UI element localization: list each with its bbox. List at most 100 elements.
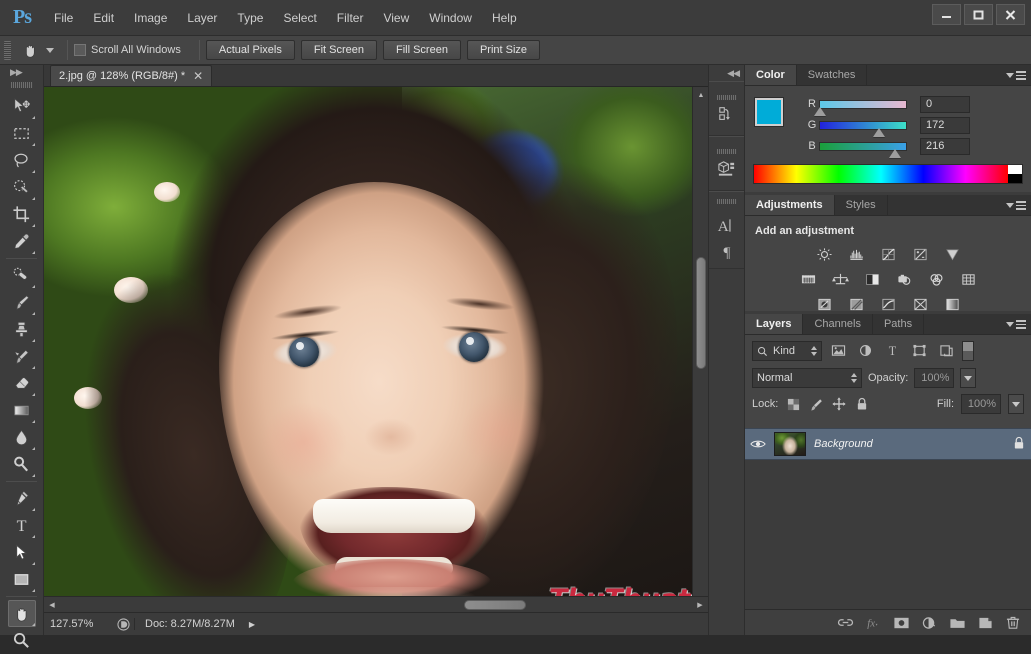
color-balance-icon[interactable]: [829, 269, 851, 289]
adjustments-panel-menu-button[interactable]: [1006, 195, 1026, 216]
lock-all-icon[interactable]: [854, 396, 870, 412]
menu-type[interactable]: Type: [227, 7, 273, 29]
maximize-button[interactable]: [964, 4, 993, 25]
fill-screen-button[interactable]: Fill Screen: [382, 40, 461, 60]
move-tool[interactable]: [8, 93, 36, 120]
hue-saturation-icon[interactable]: [797, 269, 819, 289]
horizontal-scroll-thumb[interactable]: [464, 600, 526, 610]
menu-help[interactable]: Help: [482, 7, 527, 29]
new-layer-button[interactable]: [975, 613, 995, 633]
selective-color-icon[interactable]: [941, 294, 963, 314]
scroll-all-windows-checkbox[interactable]: [74, 44, 86, 56]
canvas[interactable]: ThuThuatPhanMem.vn: [44, 87, 708, 612]
layer-visibility-toggle[interactable]: [745, 438, 771, 450]
eraser-tool[interactable]: [8, 370, 36, 397]
fill-value-field[interactable]: 100%: [961, 394, 1001, 414]
menu-layer[interactable]: Layer: [177, 7, 227, 29]
adjustment-layer-filter-icon[interactable]: [854, 341, 876, 361]
red-slider-track[interactable]: [814, 99, 907, 116]
menu-select[interactable]: Select: [273, 7, 326, 29]
pen-tool[interactable]: [8, 485, 36, 512]
tab-channels[interactable]: Channels: [803, 314, 873, 334]
rectangular-marquee-tool[interactable]: [8, 120, 36, 147]
fill-dropdown-button[interactable]: [1008, 394, 1024, 414]
menu-window[interactable]: Window: [419, 7, 482, 29]
zoom-tool[interactable]: [8, 627, 36, 654]
scroll-all-windows-option[interactable]: Scroll All Windows: [74, 44, 181, 56]
status-expand-arrow-icon[interactable]: ▶: [249, 620, 255, 629]
kind-stepper-icon[interactable]: [811, 346, 817, 356]
tab-paths[interactable]: Paths: [872, 314, 925, 334]
tab-layers[interactable]: Layers: [745, 314, 804, 334]
posterize-icon[interactable]: [845, 294, 867, 314]
crop-tool[interactable]: [8, 201, 36, 228]
foreground-color-swatch[interactable]: [754, 97, 784, 127]
lock-position-icon[interactable]: [831, 396, 847, 412]
black-white-icon[interactable]: [861, 269, 883, 289]
layers-panel-menu-button[interactable]: [1006, 314, 1026, 335]
document-tab[interactable]: 2.jpg @ 128% (RGB/8#) * ✕: [50, 65, 213, 86]
lock-transparent-pixels-icon[interactable]: [785, 396, 801, 412]
character-paragraph-panel-button[interactable]: A ¶: [709, 191, 744, 269]
tab-swatches[interactable]: Swatches: [796, 65, 868, 85]
path-selection-tool[interactable]: [8, 539, 36, 566]
toolbar-collapse-button[interactable]: ▶▶: [0, 65, 43, 79]
delete-layer-button[interactable]: [1003, 613, 1023, 633]
mini-bridge-panel-button[interactable]: [709, 136, 744, 191]
layer-style-button[interactable]: fx: [863, 613, 883, 633]
spectrum-black-white[interactable]: [1008, 165, 1022, 183]
levels-icon[interactable]: [845, 244, 867, 264]
toolbar-grip[interactable]: [10, 82, 33, 88]
type-layer-filter-icon[interactable]: T: [881, 341, 903, 361]
shape-layer-filter-icon[interactable]: [908, 341, 930, 361]
blur-tool[interactable]: [8, 424, 36, 451]
layer-kind-filter[interactable]: Kind: [752, 341, 822, 361]
menu-edit[interactable]: Edit: [83, 7, 124, 29]
new-adjustment-layer-button[interactable]: [919, 613, 939, 633]
vibrance-icon[interactable]: [941, 244, 963, 264]
menu-view[interactable]: View: [373, 7, 419, 29]
menu-file[interactable]: File: [44, 7, 83, 29]
tab-adjustments[interactable]: Adjustments: [745, 195, 835, 215]
smart-object-filter-icon[interactable]: [935, 341, 957, 361]
history-brush-tool[interactable]: [8, 343, 36, 370]
hand-tool[interactable]: [7, 600, 36, 627]
green-slider-track[interactable]: [819, 120, 907, 137]
blue-slider-track[interactable]: [819, 141, 907, 158]
color-spectrum-ramp[interactable]: [753, 164, 1023, 184]
threshold-icon[interactable]: [877, 294, 899, 314]
layer-thumbnail[interactable]: [774, 432, 806, 456]
print-size-button[interactable]: Print Size: [466, 40, 541, 60]
photo-filter-icon[interactable]: [893, 269, 915, 289]
clone-stamp-tool[interactable]: [8, 316, 36, 343]
green-slider-thumb[interactable]: [873, 127, 885, 137]
brightness-contrast-icon[interactable]: [813, 244, 835, 264]
tab-color[interactable]: Color: [745, 65, 797, 85]
color-lookup-icon[interactable]: [957, 269, 979, 289]
opacity-value-field[interactable]: 100%: [914, 368, 955, 388]
curves-icon[interactable]: [877, 244, 899, 264]
filter-toggle-switch[interactable]: [962, 341, 974, 361]
tool-preset-caret[interactable]: [46, 47, 54, 53]
zoom-level[interactable]: 127.57%: [44, 618, 112, 630]
add-layer-mask-button[interactable]: [891, 613, 911, 633]
horizontal-scrollbar[interactable]: ◀ ▶: [44, 596, 708, 612]
horizontal-type-tool[interactable]: T: [8, 512, 36, 539]
lock-image-pixels-icon[interactable]: [808, 396, 824, 412]
spectrum-gradient[interactable]: [754, 165, 1008, 183]
history-panel-button[interactable]: [709, 81, 744, 136]
red-slider-thumb[interactable]: [814, 106, 826, 116]
blend-mode-select[interactable]: Normal: [752, 368, 862, 388]
menu-image[interactable]: Image: [124, 7, 177, 29]
scroll-left-arrow-icon[interactable]: ◀: [44, 597, 60, 613]
gradient-map-icon[interactable]: [909, 294, 931, 314]
dock-collapse-button[interactable]: ◀◀: [709, 65, 744, 81]
layer-row-background[interactable]: Background: [745, 428, 1031, 460]
blue-value-field[interactable]: 216: [920, 137, 970, 155]
link-layers-button[interactable]: [835, 613, 855, 633]
quick-selection-tool[interactable]: [8, 174, 36, 201]
options-bar-grip[interactable]: [4, 40, 11, 60]
gradient-tool[interactable]: [8, 397, 36, 424]
tab-styles[interactable]: Styles: [834, 195, 888, 215]
vertical-scroll-thumb[interactable]: [696, 257, 706, 369]
